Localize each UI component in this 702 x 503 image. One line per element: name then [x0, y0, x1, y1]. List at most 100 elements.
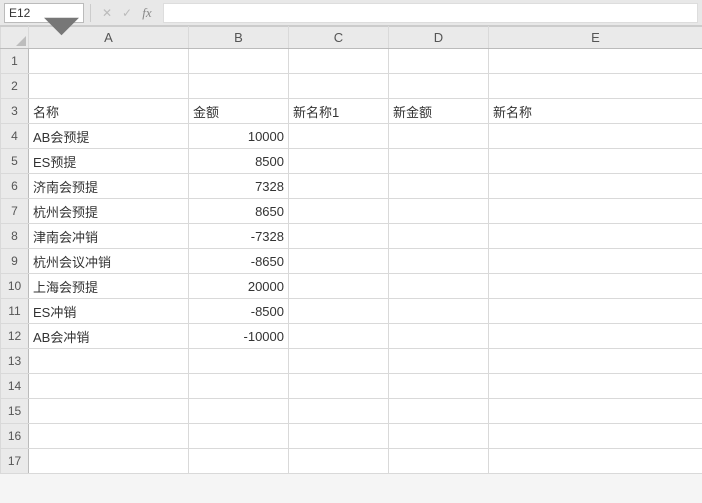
cell-A14[interactable] [29, 374, 189, 399]
cell-A9[interactable]: 杭州会议冲销 [29, 249, 189, 274]
cell-A3[interactable]: 名称 [29, 99, 189, 124]
cell-B3[interactable]: 金额 [189, 99, 289, 124]
cell-E14[interactable] [489, 374, 702, 399]
cell-C3[interactable]: 新名称1 [289, 99, 389, 124]
enter-button[interactable]: ✓ [117, 3, 137, 23]
cell-C4[interactable] [289, 124, 389, 149]
cell-D9[interactable] [389, 249, 489, 274]
column-header[interactable]: E [489, 27, 702, 49]
cell-C17[interactable] [289, 449, 389, 474]
cell-E3[interactable]: 新名称 [489, 99, 702, 124]
row-header[interactable]: 8 [1, 224, 29, 249]
cell-C13[interactable] [289, 349, 389, 374]
cell-B13[interactable] [189, 349, 289, 374]
fx-button[interactable]: fx [137, 3, 157, 23]
row-header[interactable]: 17 [1, 449, 29, 474]
cell-B7[interactable]: 8650 [189, 199, 289, 224]
cell-E1[interactable] [489, 49, 702, 74]
cell-B8[interactable]: -7328 [189, 224, 289, 249]
cell-B10[interactable]: 20000 [189, 274, 289, 299]
cell-E2[interactable] [489, 74, 702, 99]
cell-A13[interactable] [29, 349, 189, 374]
cell-D16[interactable] [389, 424, 489, 449]
cell-D14[interactable] [389, 374, 489, 399]
cell-C10[interactable] [289, 274, 389, 299]
cell-C8[interactable] [289, 224, 389, 249]
cell-B9[interactable]: -8650 [189, 249, 289, 274]
select-all-corner[interactable] [1, 27, 29, 49]
cell-D2[interactable] [389, 74, 489, 99]
cell-B6[interactable]: 7328 [189, 174, 289, 199]
cell-E6[interactable] [489, 174, 702, 199]
cell-D17[interactable] [389, 449, 489, 474]
cell-D1[interactable] [389, 49, 489, 74]
cell-D5[interactable] [389, 149, 489, 174]
cell-A7[interactable]: 杭州会预提 [29, 199, 189, 224]
cell-A2[interactable] [29, 74, 189, 99]
cell-C11[interactable] [289, 299, 389, 324]
cell-E9[interactable] [489, 249, 702, 274]
cell-D7[interactable] [389, 199, 489, 224]
row-header[interactable]: 11 [1, 299, 29, 324]
cell-D13[interactable] [389, 349, 489, 374]
cell-B5[interactable]: 8500 [189, 149, 289, 174]
cell-D11[interactable] [389, 299, 489, 324]
cell-C7[interactable] [289, 199, 389, 224]
cell-B4[interactable]: 10000 [189, 124, 289, 149]
row-header[interactable]: 13 [1, 349, 29, 374]
cell-C2[interactable] [289, 74, 389, 99]
cell-E17[interactable] [489, 449, 702, 474]
cell-B14[interactable] [189, 374, 289, 399]
cell-A12[interactable]: AB会冲销 [29, 324, 189, 349]
row-header[interactable]: 4 [1, 124, 29, 149]
cell-A15[interactable] [29, 399, 189, 424]
cell-E15[interactable] [489, 399, 702, 424]
column-header[interactable]: D [389, 27, 489, 49]
row-header[interactable]: 12 [1, 324, 29, 349]
row-header[interactable]: 5 [1, 149, 29, 174]
cell-C15[interactable] [289, 399, 389, 424]
cell-A17[interactable] [29, 449, 189, 474]
spreadsheet-grid[interactable]: A B C D E 123名称金额新名称1新金额新名称4AB会预提100005E… [0, 26, 702, 474]
cell-B12[interactable]: -10000 [189, 324, 289, 349]
cell-E4[interactable] [489, 124, 702, 149]
row-header[interactable]: 16 [1, 424, 29, 449]
cell-D8[interactable] [389, 224, 489, 249]
row-header[interactable]: 7 [1, 199, 29, 224]
cell-A8[interactable]: 津南会冲销 [29, 224, 189, 249]
cell-E5[interactable] [489, 149, 702, 174]
column-header[interactable]: B [189, 27, 289, 49]
cell-C14[interactable] [289, 374, 389, 399]
cell-D6[interactable] [389, 174, 489, 199]
cell-D12[interactable] [389, 324, 489, 349]
cell-B16[interactable] [189, 424, 289, 449]
name-box[interactable]: E12 [4, 3, 84, 23]
cell-C1[interactable] [289, 49, 389, 74]
cell-B11[interactable]: -8500 [189, 299, 289, 324]
column-header[interactable]: C [289, 27, 389, 49]
row-header[interactable]: 3 [1, 99, 29, 124]
cell-A1[interactable] [29, 49, 189, 74]
row-header[interactable]: 2 [1, 74, 29, 99]
cell-D3[interactable]: 新金额 [389, 99, 489, 124]
cell-A6[interactable]: 济南会预提 [29, 174, 189, 199]
cell-B17[interactable] [189, 449, 289, 474]
cell-A4[interactable]: AB会预提 [29, 124, 189, 149]
cell-D10[interactable] [389, 274, 489, 299]
cell-A10[interactable]: 上海会预提 [29, 274, 189, 299]
cell-B1[interactable] [189, 49, 289, 74]
cell-E12[interactable] [489, 324, 702, 349]
cell-A5[interactable]: ES预提 [29, 149, 189, 174]
row-header[interactable]: 14 [1, 374, 29, 399]
cell-E13[interactable] [489, 349, 702, 374]
row-header[interactable]: 9 [1, 249, 29, 274]
cell-D15[interactable] [389, 399, 489, 424]
cell-B15[interactable] [189, 399, 289, 424]
cell-E8[interactable] [489, 224, 702, 249]
cell-E7[interactable] [489, 199, 702, 224]
cell-C5[interactable] [289, 149, 389, 174]
chevron-down-icon[interactable] [44, 9, 79, 17]
row-header[interactable]: 15 [1, 399, 29, 424]
cell-C9[interactable] [289, 249, 389, 274]
cell-A16[interactable] [29, 424, 189, 449]
